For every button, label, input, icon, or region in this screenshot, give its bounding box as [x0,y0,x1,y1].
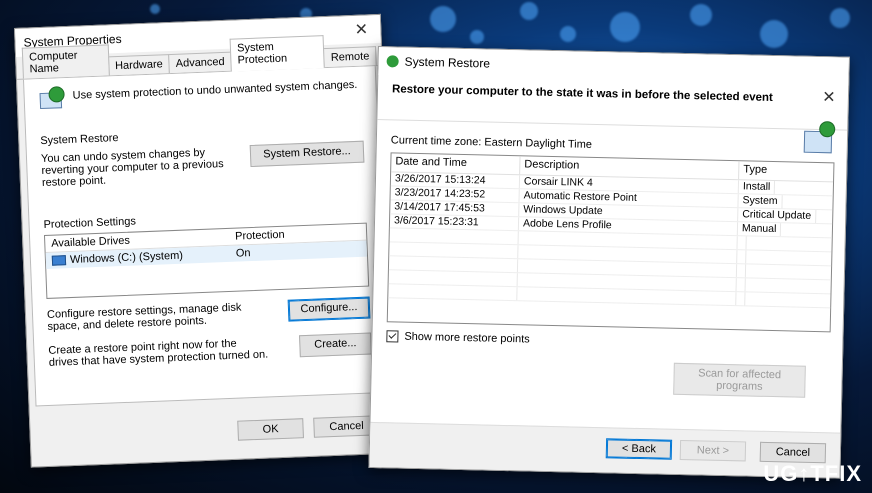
system-protection-icon [38,86,65,113]
window-title: System Restore [404,54,491,71]
tab-advanced[interactable]: Advanced [168,51,233,74]
tab-system-protection[interactable]: System Protection [229,35,326,72]
drive-name: Windows (C:) (System) [69,249,184,267]
restore-description: You can undo system changes by reverting… [40,146,224,190]
dialog-buttons: OK Cancel [237,415,380,441]
show-more-label[interactable]: Show more restore points [404,331,530,346]
close-icon[interactable]: ✕ [350,19,373,40]
tab-hardware[interactable]: Hardware [107,54,171,76]
row-type: Critical Update [738,208,817,223]
tab-remote[interactable]: Remote [323,46,377,68]
row-type: System [738,194,783,209]
create-button[interactable]: Create... [299,332,372,358]
restore-points-list: Date and Time Description Type 3/26/2017… [386,152,835,333]
configure-button[interactable]: Configure... [287,296,371,322]
next-button[interactable]: Next > [679,439,747,462]
system-protection-panel: Use system protection to undo unwanted s… [22,66,389,407]
configure-description: Configure restore settings, manage disk … [46,301,242,333]
drive-status: On [235,247,251,260]
system-restore-icon [803,121,838,159]
system-restore-button[interactable]: System Restore... [249,140,365,168]
intro-text: Use system protection to undo unwanted s… [72,78,358,102]
col-type[interactable]: Type [739,161,771,180]
watermark-logo: UG↑TFIX [763,461,862,486]
restore-app-icon [386,55,399,68]
close-icon[interactable]: ✕ [818,87,840,107]
ok-button[interactable]: OK [237,418,304,441]
scan-affected-programs-button[interactable]: Scan for affected programs [673,362,806,398]
create-description: Create a restore point right now for the… [48,337,269,369]
row-type: Manual [737,222,782,237]
show-more-checkbox[interactable] [386,330,399,343]
system-restore-window: System Restore Restore your computer to … [368,46,850,479]
col-protection[interactable]: Protection [229,227,291,245]
drives-list: Available Drives Protection Windows (C:)… [43,222,370,299]
drive-icon [51,255,67,266]
col-date-time[interactable]: Date and Time [391,153,521,175]
restore-heading: Restore your computer to the state it wa… [391,83,773,104]
back-button[interactable]: < Back [605,438,673,460]
row-type: Install [738,180,776,195]
system-properties-window: System Properties ✕ Computer Name Hardwa… [14,13,398,468]
tab-computer-name[interactable]: Computer Name [21,44,110,79]
